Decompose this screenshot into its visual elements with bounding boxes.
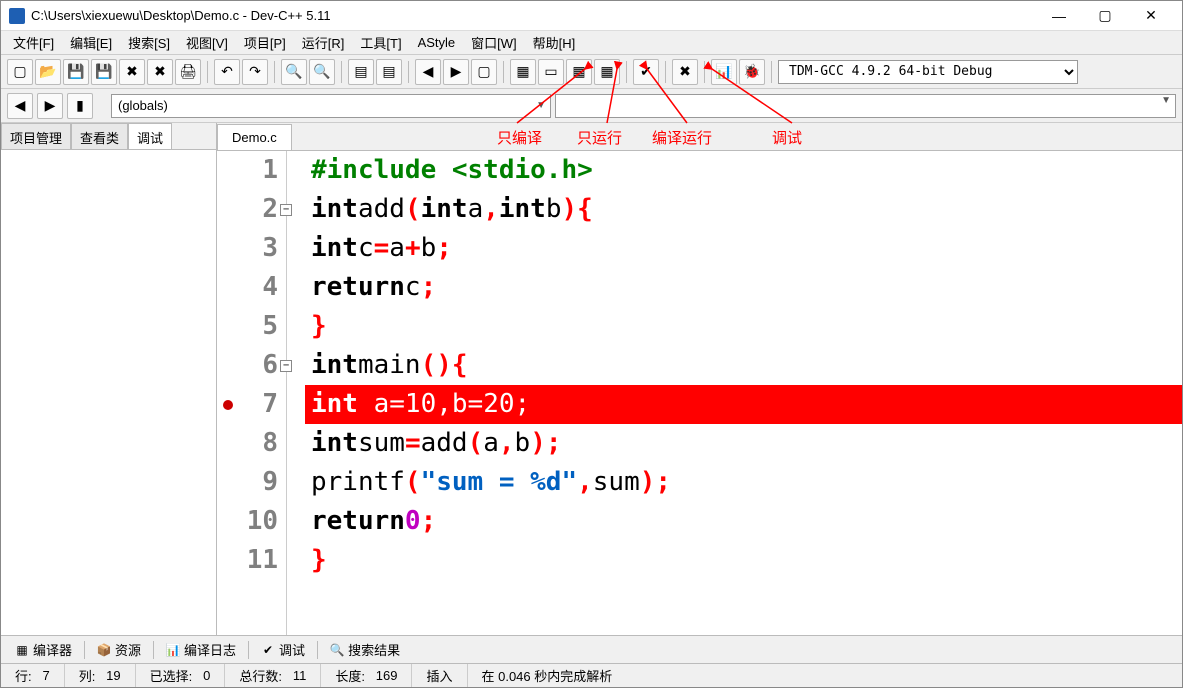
undo-button[interactable]: ↶: [214, 59, 240, 85]
left-tabs: 项目管理查看类调试: [1, 123, 216, 149]
chevron-down-icon: ▼: [1161, 95, 1171, 106]
bookmark-button[interactable]: ▤: [376, 59, 402, 85]
separator: [503, 61, 504, 83]
comment-button[interactable]: ▢: [471, 59, 497, 85]
tab-icon: 🔍: [330, 643, 344, 657]
menu-运行[R][interactable]: 运行[R]: [294, 30, 353, 55]
find-button[interactable]: 🔍: [281, 59, 307, 85]
menu-编辑[E][interactable]: 编辑[E]: [62, 30, 120, 55]
close-file-button[interactable]: ✖: [119, 59, 145, 85]
status-sel: 已选择: 0: [136, 664, 226, 687]
compiler-select[interactable]: TDM-GCC 4.9.2 64-bit Debug: [778, 60, 1078, 84]
separator: [771, 61, 772, 83]
new-file-button[interactable]: ▢: [7, 59, 33, 85]
redo-button[interactable]: ↷: [242, 59, 268, 85]
menu-工具[T][interactable]: 工具[T]: [352, 30, 409, 55]
member-select[interactable]: ▼: [555, 94, 1176, 118]
tab-icon: ▦: [15, 643, 29, 657]
debug-button[interactable]: ✔: [633, 59, 659, 85]
indent-right-button[interactable]: ▶: [443, 59, 469, 85]
separator: [408, 61, 409, 83]
app-icon: [9, 8, 25, 24]
scope-select[interactable]: (globals) ▼: [111, 94, 551, 118]
bottom-tab-2[interactable]: 📊编译日志: [158, 637, 244, 662]
delete-profile-button[interactable]: 🐞: [739, 59, 765, 85]
tab-icon: 📊: [166, 643, 180, 657]
menu-搜索[S][interactable]: 搜索[S]: [120, 30, 178, 55]
bottom-tab-0[interactable]: ▦编译器: [7, 637, 80, 662]
editor-area: Demo.c 只编译 只运行 编译运行 调试 12−3456−7891011 #…: [217, 123, 1182, 635]
left-tab-0[interactable]: 项目管理: [1, 123, 71, 149]
bottom-tab-4[interactable]: 🔍搜索结果: [322, 637, 408, 662]
left-panel: 项目管理查看类调试: [1, 123, 217, 635]
status-mode: 插入: [412, 664, 467, 687]
toolbar-scope: ◀ ▶ ▮ (globals) ▼ ▼: [1, 89, 1182, 123]
toolbar-main: ▢ 📂 💾 💾 ✖ ✖ 🖨 ↶ ↷ 🔍 🔍 ▤ ▤ ◀ ▶ ▢ ▦ ▭ ▦ ▦ …: [1, 55, 1182, 89]
separator: [665, 61, 666, 83]
goto-button[interactable]: ▤: [348, 59, 374, 85]
separator: [207, 61, 208, 83]
menu-文件[F][interactable]: 文件[F]: [5, 30, 62, 55]
status-total: 总行数: 11: [225, 664, 321, 687]
editor-tab-demo[interactable]: Demo.c: [217, 124, 292, 150]
separator: [274, 61, 275, 83]
status-parse: 在 0.046 秒内完成解析: [468, 664, 627, 687]
rebuild-button[interactable]: ▦: [594, 59, 620, 85]
marker-button[interactable]: ▮: [67, 93, 93, 119]
separator: [626, 61, 627, 83]
scope-value: (globals): [118, 98, 168, 113]
compile-run-button[interactable]: ▦: [566, 59, 592, 85]
compile-button[interactable]: ▦: [510, 59, 536, 85]
fold-strip: [287, 151, 305, 635]
menu-bar: 文件[F]编辑[E]搜索[S]视图[V]项目[P]运行[R]工具[T]AStyl…: [1, 31, 1182, 55]
indent-left-button[interactable]: ◀: [415, 59, 441, 85]
print-button[interactable]: 🖨: [175, 59, 201, 85]
left-panel-body: [1, 149, 216, 635]
menu-AStyle[interactable]: AStyle: [410, 32, 464, 53]
editor-tab-bar: Demo.c: [217, 123, 1182, 151]
save-all-button[interactable]: 💾: [91, 59, 117, 85]
tab-icon: ✔: [261, 643, 275, 657]
save-button[interactable]: 💾: [63, 59, 89, 85]
left-tab-2[interactable]: 调试: [128, 123, 172, 149]
close-button[interactable]: ✕: [1128, 1, 1174, 31]
code-editor[interactable]: 12−3456−7891011 #include <stdio.h>int ad…: [217, 151, 1182, 635]
forward-button[interactable]: ▶: [37, 93, 63, 119]
bottom-tab-3[interactable]: ✔调试: [253, 637, 313, 662]
menu-窗口[W][interactable]: 窗口[W]: [463, 30, 525, 55]
run-button[interactable]: ▭: [538, 59, 564, 85]
code-content[interactable]: #include <stdio.h>int add(int a,int b){ …: [305, 151, 1182, 635]
bottom-tab-bar: ▦编译器 📦资源 📊编译日志 ✔调试 🔍搜索结果: [1, 635, 1182, 663]
status-length: 长度: 169: [321, 664, 412, 687]
chevron-down-icon: ▼: [536, 100, 546, 111]
tab-icon: 📦: [97, 643, 111, 657]
left-tab-1[interactable]: 查看类: [71, 123, 128, 149]
menu-项目[P][interactable]: 项目[P]: [236, 30, 294, 55]
menu-视图[V][interactable]: 视图[V]: [178, 30, 236, 55]
minimize-button[interactable]: —: [1036, 1, 1082, 31]
stop-button[interactable]: ✖: [672, 59, 698, 85]
close-all-button[interactable]: ✖: [147, 59, 173, 85]
profile-button[interactable]: 📊: [711, 59, 737, 85]
open-button[interactable]: 📂: [35, 59, 61, 85]
status-col: 列: 19: [65, 664, 136, 687]
separator: [341, 61, 342, 83]
window-title: C:\Users\xiexuewu\Desktop\Demo.c - Dev-C…: [31, 8, 1036, 23]
status-line: 行: 7: [1, 664, 65, 687]
status-bar: 行: 7 列: 19 已选择: 0 总行数: 11 长度: 169 插入 在 0…: [1, 663, 1182, 687]
maximize-button[interactable]: ▢: [1082, 1, 1128, 31]
bottom-tab-1[interactable]: 📦资源: [89, 637, 149, 662]
title-bar: C:\Users\xiexuewu\Desktop\Demo.c - Dev-C…: [1, 1, 1182, 31]
separator: [704, 61, 705, 83]
replace-button[interactable]: 🔍: [309, 59, 335, 85]
main-area: 项目管理查看类调试 Demo.c 只编译 只运行 编译运行 调试 12−3456…: [1, 123, 1182, 635]
line-gutter[interactable]: 12−3456−7891011: [217, 151, 287, 635]
menu-帮助[H][interactable]: 帮助[H]: [525, 30, 584, 55]
back-button[interactable]: ◀: [7, 93, 33, 119]
